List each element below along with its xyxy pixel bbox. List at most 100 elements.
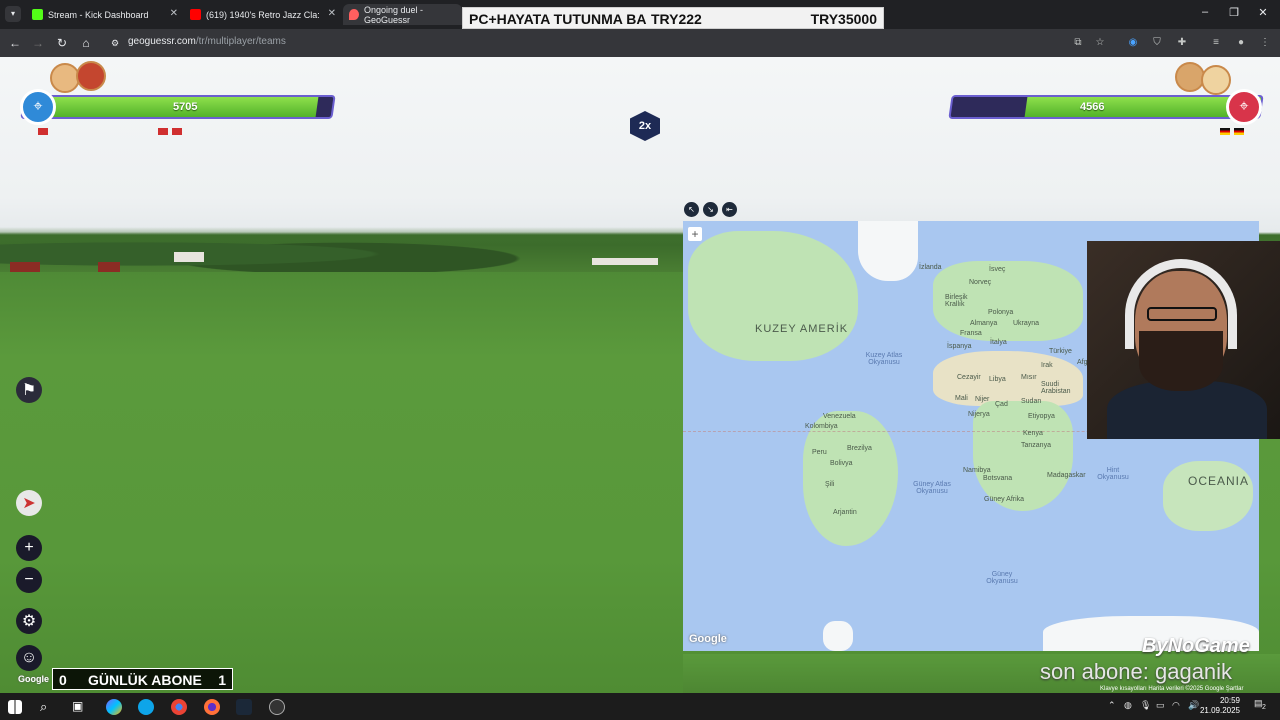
left-health-fill xyxy=(22,97,318,117)
close-window-icon[interactable]: ✕ xyxy=(1256,6,1270,19)
system-clock[interactable]: 20:59 21.09.2025 xyxy=(1200,696,1240,716)
bookmark-star-icon[interactable]: ☆ xyxy=(1093,36,1107,50)
right-team-health-bar xyxy=(948,95,1264,119)
close-tab-icon[interactable]: ✕ xyxy=(170,8,178,19)
windows-start-icon[interactable] xyxy=(8,700,22,714)
country-label: Polonya xyxy=(988,309,1014,316)
minimize-icon[interactable]: – xyxy=(1198,6,1212,18)
edge-icon[interactable] xyxy=(138,699,154,715)
search-icon[interactable]: ⌕ xyxy=(40,699,56,715)
settings-gear-icon[interactable]: ⚙ xyxy=(16,608,42,634)
back-icon[interactable]: ← xyxy=(7,35,23,51)
compass-icon[interactable]: ➤ xyxy=(16,490,42,516)
south-atlantic-label: Güney Atlas Okyanusu xyxy=(913,481,951,495)
obs-icon[interactable] xyxy=(269,699,285,715)
mic-icon[interactable]: 🎙 xyxy=(1140,700,1151,711)
address-bar[interactable]: geoguessr.com/tr/multiplayer/teams xyxy=(128,36,286,47)
sub-counter-title: GÜNLÜK ABONE xyxy=(88,672,202,688)
shield-extension-icon[interactable]: ⛉ xyxy=(1150,36,1164,50)
country-label: İzlanda xyxy=(919,264,942,271)
wifi-icon[interactable]: ◠ xyxy=(1172,700,1180,711)
map-attribution: Klavye kısayolları Harita verileri ©2025… xyxy=(1100,686,1244,692)
steam-icon[interactable] xyxy=(236,699,252,715)
north-america-land xyxy=(688,231,858,361)
country-label: İsveç xyxy=(989,266,1006,273)
map-expand-icon[interactable]: ↘ xyxy=(703,202,718,217)
white-building xyxy=(592,258,658,265)
country-label: Türkiye xyxy=(1049,348,1072,355)
last-subscriber: son abone: gaganik xyxy=(1040,659,1233,684)
indian-ocean-label: Hint Okyanusu xyxy=(1097,467,1129,481)
kick-favicon-icon xyxy=(32,9,43,20)
clock-time: 20:59 xyxy=(1219,696,1240,705)
geoguessr-favicon-icon xyxy=(349,9,360,20)
left-team-names xyxy=(36,127,183,136)
goal-current: TRY222 xyxy=(651,11,702,27)
country-label: Arjantin xyxy=(833,509,857,516)
country-label: Ukrayna xyxy=(1013,320,1040,327)
task-view-icon[interactable]: ▣ xyxy=(72,699,88,715)
country-label: Norveç xyxy=(969,279,992,286)
media-control-icon[interactable]: ≡ xyxy=(1209,36,1223,50)
audio-extension-icon[interactable]: ◉ xyxy=(1126,36,1140,50)
profile-icon[interactable]: ● xyxy=(1234,36,1248,50)
antarctic-peninsula xyxy=(823,621,853,651)
brand-watermark: ByNoGame xyxy=(1142,635,1250,657)
country-label: Çad xyxy=(995,401,1008,408)
australia-land xyxy=(1163,461,1253,531)
url-path: /tr/multiplayer/teams xyxy=(195,36,286,47)
zoom-in-icon[interactable]: + xyxy=(16,535,42,561)
country-label: Nijerya xyxy=(968,411,990,418)
country-label: Madagaskar xyxy=(1047,472,1086,479)
volume-icon[interactable]: 🔊 xyxy=(1188,700,1199,711)
tab-list-button[interactable]: ▾ xyxy=(5,6,21,22)
menu-icon[interactable]: ⋮ xyxy=(1258,36,1272,50)
country-label: Nijer xyxy=(975,396,990,403)
country-label: Botsvana xyxy=(983,475,1013,482)
chrome-icon[interactable] xyxy=(171,699,187,715)
zoom-out-icon[interactable]: − xyxy=(16,567,42,593)
forward-icon[interactable]: → xyxy=(30,35,46,51)
extensions-icon[interactable]: ✚ xyxy=(1175,36,1189,50)
browser-toolbar: ← → ↻ ⌂ ⚙ geoguessr.com/tr/multiplayer/t… xyxy=(0,29,1280,57)
tab-label: (619) 1940's Retro Jazz Cla: xyxy=(206,9,320,20)
reload-icon[interactable]: ↻ xyxy=(54,35,70,51)
copilot-icon[interactable] xyxy=(106,699,122,715)
tab-label: Stream - Kick Dashboard xyxy=(48,9,149,20)
country-label: Bolivya xyxy=(830,460,853,467)
country-label: Venezuela xyxy=(823,413,856,420)
turkey-flag-icon xyxy=(38,128,48,136)
streamer-webcam xyxy=(1087,241,1280,439)
white-house xyxy=(174,252,204,262)
country-label: Kenya xyxy=(1023,430,1043,437)
team-chat-icon[interactable]: ☺ xyxy=(16,645,42,671)
firefox-icon[interactable] xyxy=(204,699,220,715)
maximize-icon[interactable]: ❐ xyxy=(1227,6,1241,19)
windows-taskbar: ⌕ ▣ ⌃ ◍ 🎙 ▭ ◠ 🔊 20:59 21.09.2025 ▤ 2 xyxy=(0,693,1280,720)
tab-geoguessr[interactable]: Ongoing duel - GeoGuessr xyxy=(343,4,462,25)
map-zoom-in-icon[interactable]: + xyxy=(688,227,702,241)
streetview-panorama[interactable]: ⌖ 5705 2x ⌖ 4566 ⚑ ➤ + − ⚙ ☺ Google ↖ ↘ … xyxy=(0,57,1280,693)
install-app-icon[interactable]: ⧉ xyxy=(1071,36,1085,50)
tray-chevron-icon[interactable]: ⌃ xyxy=(1108,700,1116,711)
tab-youtube-jazz[interactable]: (619) 1940's Retro Jazz Cla: ✕ xyxy=(184,4,340,25)
country-label: İtalya xyxy=(990,339,1007,346)
country-label: Suudi Arabistan xyxy=(1041,381,1071,395)
tab-kick-dashboard[interactable]: Stream - Kick Dashboard ✕ xyxy=(26,4,182,25)
team-avatar xyxy=(76,61,106,91)
home-icon[interactable]: ⌂ xyxy=(78,35,94,51)
youtube-favicon-icon xyxy=(190,9,201,20)
tab-label: Ongoing duel - GeoGuessr xyxy=(364,4,424,25)
clock-date: 21.09.2025 xyxy=(1199,706,1240,715)
north-america-label: KUZEY AMERİK xyxy=(755,323,849,335)
country-label: Brezilya xyxy=(847,445,872,452)
map-shrink-icon[interactable]: ↖ xyxy=(684,202,699,217)
network-icon[interactable]: ▭ xyxy=(1156,700,1165,711)
country-label: Mali xyxy=(955,395,968,402)
site-info-icon[interactable]: ⚙ xyxy=(107,35,123,51)
map-pin-icon[interactable]: ⇤ xyxy=(722,202,737,217)
report-icon[interactable]: ⚑ xyxy=(16,377,42,403)
tray-app-icon[interactable]: ◍ xyxy=(1124,700,1132,711)
close-tab-icon[interactable]: ✕ xyxy=(328,8,336,19)
country-label: Birleşik Krallık xyxy=(945,294,968,308)
